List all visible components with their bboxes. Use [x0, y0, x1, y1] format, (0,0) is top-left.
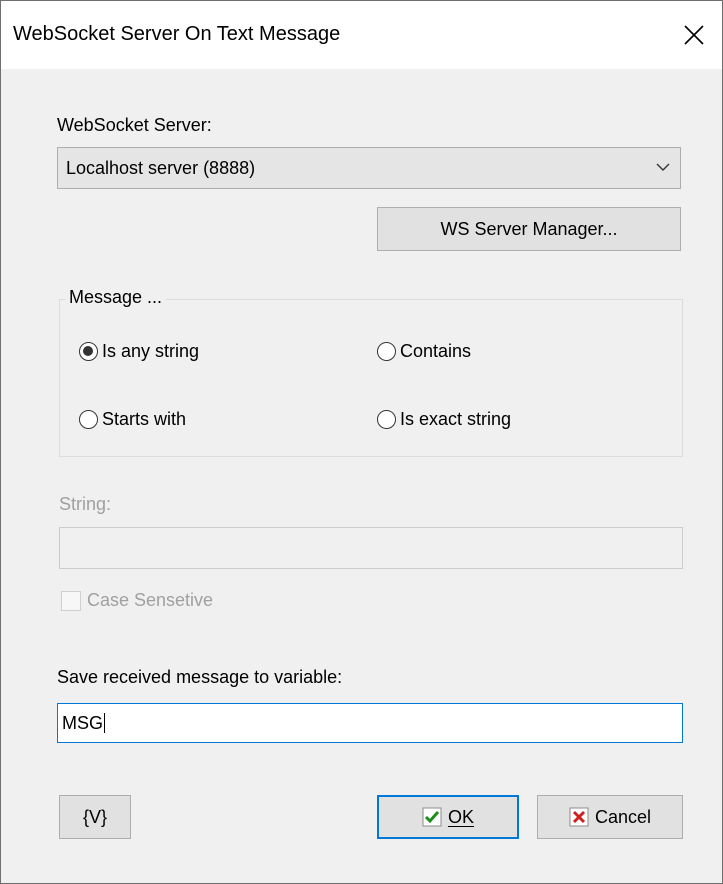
ws-server-manager-button[interactable]: WS Server Manager... [377, 207, 681, 251]
radio-unchecked-icon [377, 410, 396, 429]
server-label: WebSocket Server: [57, 115, 212, 135]
radio-checked-icon [79, 342, 98, 361]
radio-unchecked-icon [377, 342, 396, 361]
radio-is-any-string[interactable]: Is any string [79, 341, 199, 362]
radio-label: Is exact string [400, 409, 512, 429]
string-input[interactable] [59, 527, 683, 569]
check-icon [422, 807, 442, 827]
text-caret [104, 713, 106, 733]
radio-unchecked-icon [79, 410, 98, 429]
radio-contains[interactable]: Contains [377, 341, 471, 362]
radio-is-exact-string[interactable]: Is exact string [377, 409, 511, 430]
close-button[interactable] [672, 13, 716, 57]
save-variable-value: MSG [62, 712, 104, 733]
ok-button[interactable]: OK [377, 795, 519, 839]
case-sensitive-label: Case Sensetive [87, 590, 214, 610]
x-icon [569, 807, 589, 827]
variables-button-label: {V} [82, 806, 108, 827]
cancel-button[interactable]: Cancel [537, 795, 683, 839]
close-icon [684, 25, 704, 45]
checkbox-icon [61, 590, 81, 611]
ws-server-manager-label: WS Server Manager... [440, 218, 618, 239]
chevron-down-icon [656, 163, 670, 171]
message-group-title: Message ... [65, 287, 167, 308]
ok-button-label: OK [447, 806, 474, 827]
server-select-value: Localhost server (8888) [66, 158, 256, 178]
radio-label: Contains [400, 341, 472, 361]
cancel-button-label: Cancel [594, 806, 652, 827]
message-groupbox [59, 299, 683, 457]
save-variable-label: Save received message to variable: [57, 667, 343, 687]
case-sensitive-checkbox[interactable]: Case Sensetive [61, 590, 213, 611]
radio-starts-with[interactable]: Starts with [79, 409, 186, 430]
server-select[interactable]: Localhost server (8888) [57, 147, 681, 189]
save-variable-input[interactable]: MSG [57, 703, 683, 743]
variables-button[interactable]: {V} [59, 795, 131, 839]
dialog-window: WebSocket Server On Text Message WebSock… [0, 0, 723, 884]
radio-label: Is any string [102, 341, 200, 361]
window-title: WebSocket Server On Text Message [13, 23, 341, 45]
radio-label: Starts with [102, 409, 187, 429]
string-label: String: [59, 494, 112, 514]
title-bar: WebSocket Server On Text Message [1, 1, 722, 69]
